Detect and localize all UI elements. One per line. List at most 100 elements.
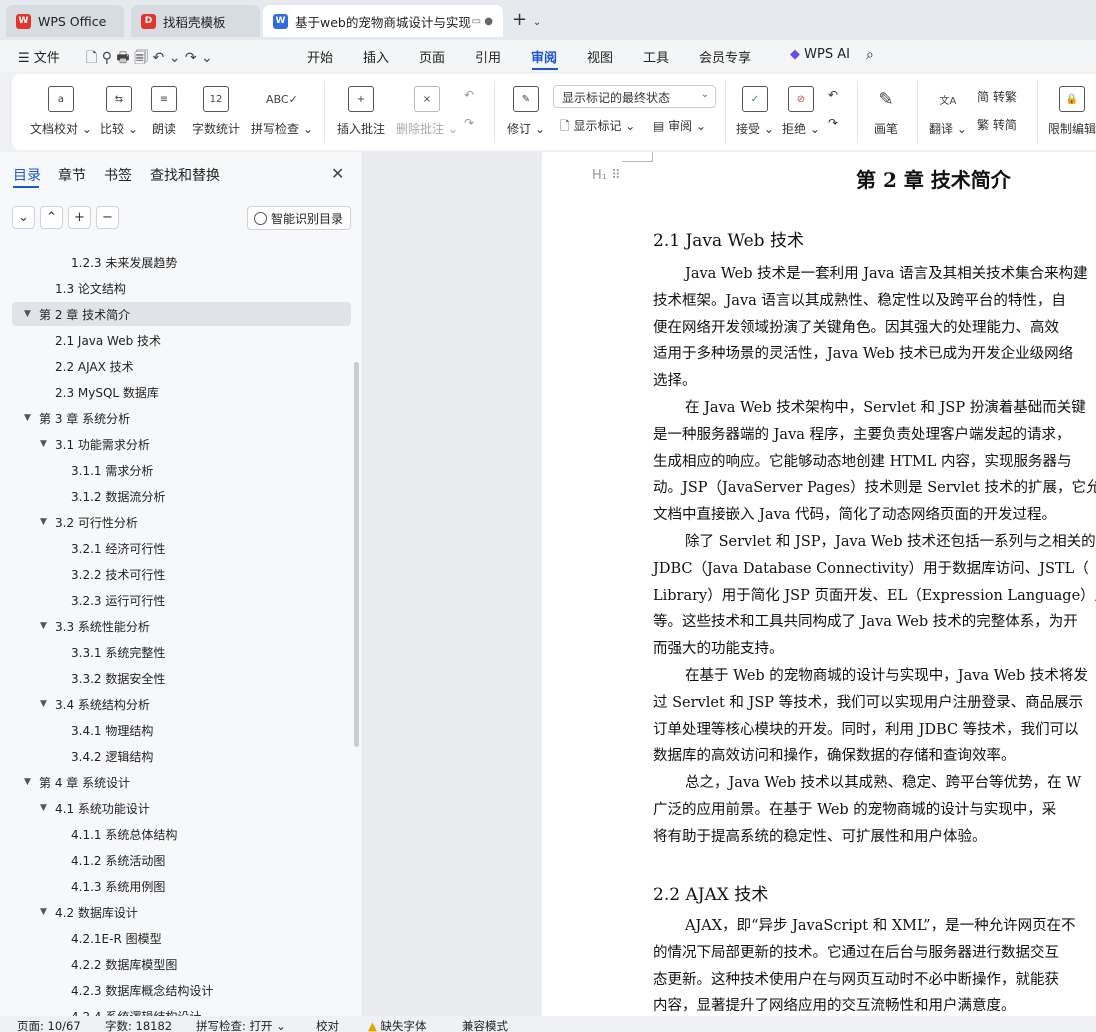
add-heading-button[interactable]: + [68, 206, 91, 229]
reject-button[interactable]: ⊘ 拒绝 ⌄ [782, 86, 820, 137]
expand-triangle-icon[interactable]: ▼ [24, 413, 31, 423]
show-markup-button[interactable]: 🗋 显示标记 ⌄ [560, 117, 635, 138]
quick-access-toolbar[interactable]: 🗋 ⚲ 🖶 🗐 ↶ ⌄ ↷ ⌄ [86, 47, 213, 71]
toc-item[interactable]: 1.2.3 未来发展趋势 [12, 250, 351, 274]
next-change-icon[interactable]: ↷ [828, 116, 838, 130]
review-pane-button[interactable]: ▤ 审阅 ⌄ [653, 117, 706, 134]
revise-button[interactable]: ✎ 修订 ⌄ [507, 86, 545, 137]
toc-item[interactable]: ▼ 3.4 系统结构分析 [12, 692, 351, 716]
spell-check-button[interactable]: ABC✓ 拼写检查 ⌄ [251, 86, 313, 137]
toc-item[interactable]: 3.3.1 系统完整性 [12, 640, 351, 664]
expand-triangle-icon[interactable]: ▼ [40, 907, 47, 917]
read-aloud-button[interactable]: ≡ 朗读 [151, 86, 177, 137]
toc-item-label: 4.1 系统功能设计 [55, 801, 150, 816]
expand-triangle-icon[interactable]: ▼ [40, 517, 47, 527]
toc-item[interactable]: 2.3 MySQL 数据库 [12, 380, 351, 404]
menu-page[interactable]: 页面 [419, 47, 445, 66]
ink-button[interactable]: ✎ 画笔 [873, 86, 899, 137]
toc-item[interactable]: 3.1.2 数据流分析 [12, 484, 351, 508]
toc-item[interactable]: 3.2.2 技术可行性 [12, 562, 351, 586]
toc-scrollbar[interactable] [354, 362, 359, 747]
tab-find-replace[interactable]: 查找和替换 [150, 165, 220, 185]
toc-item[interactable]: 3.2.1 经济可行性 [12, 536, 351, 560]
translate-icon: 文A [939, 95, 957, 107]
toc-item[interactable]: ▼ 第 4 章 系统设计 [12, 770, 351, 794]
toc-item[interactable]: 3.1.1 需求分析 [12, 458, 351, 482]
word-count-status[interactable]: 字数: 18182 [105, 1018, 172, 1032]
toc-item[interactable]: 3.2.3 运行可行性 [12, 588, 351, 612]
wps-ai-button[interactable]: ◆ WPS AI [790, 47, 850, 62]
unsaved-dot-icon[interactable]: ▭ ● [472, 16, 493, 27]
tab-docer-templates[interactable]: D 找稻壳模板 [131, 5, 260, 37]
toc-item[interactable]: 4.1.3 系统用例图 [12, 874, 351, 898]
missing-font-status[interactable]: ▲ 缺失字体 [368, 1018, 427, 1032]
remove-heading-button[interactable]: − [96, 206, 119, 229]
expand-up-button[interactable]: ⌃ [40, 206, 63, 229]
menu-reference[interactable]: 引用 [475, 47, 501, 66]
expand-triangle-icon[interactable]: ▼ [24, 777, 31, 787]
toc-item[interactable]: 3.4.2 逻辑结构 [12, 744, 351, 768]
expand-triangle-icon[interactable]: ▼ [40, 699, 47, 709]
toc-item[interactable]: ▼ 3.1 功能需求分析 [12, 432, 351, 456]
file-menu[interactable]: ☰ 文件 [18, 47, 60, 66]
toc-item[interactable]: 2.1 Java Web 技术 [12, 328, 351, 352]
markup-mode-select[interactable]: 显示标记的最终状态 ⌄ [553, 85, 716, 108]
toc-item[interactable]: 3.3.2 数据安全性 [12, 666, 351, 690]
menu-review[interactable]: 审阅 [531, 47, 557, 66]
new-tab-button[interactable]: + ⌄ [512, 9, 541, 30]
expand-triangle-icon[interactable]: ▼ [24, 309, 31, 319]
body-text-line: 订单处理等核心模块的开发。同时，利用 JDBC 等技术，我们可以 [653, 721, 1079, 738]
expand-triangle-icon[interactable]: ▼ [40, 439, 47, 449]
document-canvas[interactable]: H₁ ⠿ 第 2 章 技术简介 2.1 Java Web 技术 Java Web… [363, 152, 1096, 1016]
tab-bookmarks[interactable]: 书签 [104, 165, 132, 185]
menu-membership[interactable]: 会员专享 [699, 47, 751, 66]
prev-change-icon[interactable]: ↶ [828, 88, 838, 102]
toc-item[interactable]: ▼ 3.3 系统性能分析 [12, 614, 351, 638]
toc-item[interactable]: 4.2.1E-R 图模型 [12, 926, 351, 950]
doc-proof-button[interactable]: a 文档校对 ⌄ [30, 86, 92, 137]
toc-item[interactable]: 3.4.1 物理结构 [12, 718, 351, 742]
toc-item-label: 1.2.3 未来发展趋势 [71, 255, 178, 270]
toc-item[interactable]: 4.2.3 数据库概念结构设计 [12, 978, 351, 1002]
toc-item[interactable]: 4.2.2 数据库模型图 [12, 952, 351, 976]
toc-item[interactable]: ▼ 3.2 可行性分析 [12, 510, 351, 534]
translate-button[interactable]: 文A 翻译 ⌄ [929, 86, 967, 137]
next-comment-icon[interactable]: ↷ [464, 116, 474, 130]
toc-item[interactable]: 1.3 论文结构 [12, 276, 351, 300]
prev-comment-icon[interactable]: ↶ [464, 88, 474, 102]
accept-button[interactable]: ✓ 接受 ⌄ [736, 86, 774, 137]
document-page[interactable]: H₁ ⠿ 第 2 章 技术简介 2.1 Java Web 技术 Java Web… [542, 152, 1096, 1016]
restrict-edit-button[interactable]: 🔒 限制编辑 [1048, 86, 1096, 137]
smart-toc-button[interactable]: 智能识别目录 [247, 206, 351, 230]
expand-triangle-icon[interactable]: ▼ [40, 803, 47, 813]
proof-status[interactable]: 校对 [316, 1018, 339, 1032]
toc-item[interactable]: ▼ 4.1 系统功能设计 [12, 796, 351, 820]
tab-current-document[interactable]: W 基于web的宠物商城设计与实现 ▭ ● [263, 5, 503, 37]
to-simplified-button[interactable]: 繁 转简 [977, 116, 1017, 133]
tab-wps-office[interactable]: W WPS Office [6, 5, 124, 37]
insert-comment-button[interactable]: + 插入批注 [337, 86, 385, 137]
search-icon[interactable]: ⌕ [866, 47, 874, 63]
compare-button[interactable]: ⇆ 比较 ⌄ [100, 86, 138, 137]
delete-comment-button[interactable]: × 删除批注 ⌄ [396, 86, 458, 137]
menu-tools[interactable]: 工具 [643, 47, 669, 66]
toc-item[interactable]: ▼ 第 3 章 系统分析 [12, 406, 351, 430]
menu-view[interactable]: 视图 [587, 47, 613, 66]
collapse-all-button[interactable]: ⌄ [12, 206, 35, 229]
tab-chapters[interactable]: 章节 [58, 165, 86, 185]
close-icon[interactable]: ✕ [331, 164, 344, 183]
expand-triangle-icon[interactable]: ▼ [40, 621, 47, 631]
toc-item[interactable]: 2.2 AJAX 技术 [12, 354, 351, 378]
menu-insert[interactable]: 插入 [363, 47, 389, 66]
menu-home[interactable]: 开始 [307, 47, 333, 66]
page-indicator[interactable]: 页面: 10/67 [17, 1018, 81, 1032]
toc-item[interactable]: 4.1.1 系统总体结构 [12, 822, 351, 846]
toc-item[interactable]: ▼ 4.2 数据库设计 [12, 900, 351, 924]
toc-item[interactable]: ▼ 第 2 章 技术简介 [12, 302, 351, 326]
to-traditional-button[interactable]: 简 转繁 [977, 88, 1017, 105]
heading-drag-handle-icon[interactable]: H₁ ⠿ [592, 168, 621, 183]
word-count-button[interactable]: 12 字数统计 [192, 86, 240, 137]
toc-item[interactable]: 4.1.2 系统活动图 [12, 848, 351, 872]
spell-check-status[interactable]: 拼写检查: 打开 ⌄ [196, 1018, 286, 1032]
tab-toc[interactable]: 目录 [13, 165, 41, 185]
